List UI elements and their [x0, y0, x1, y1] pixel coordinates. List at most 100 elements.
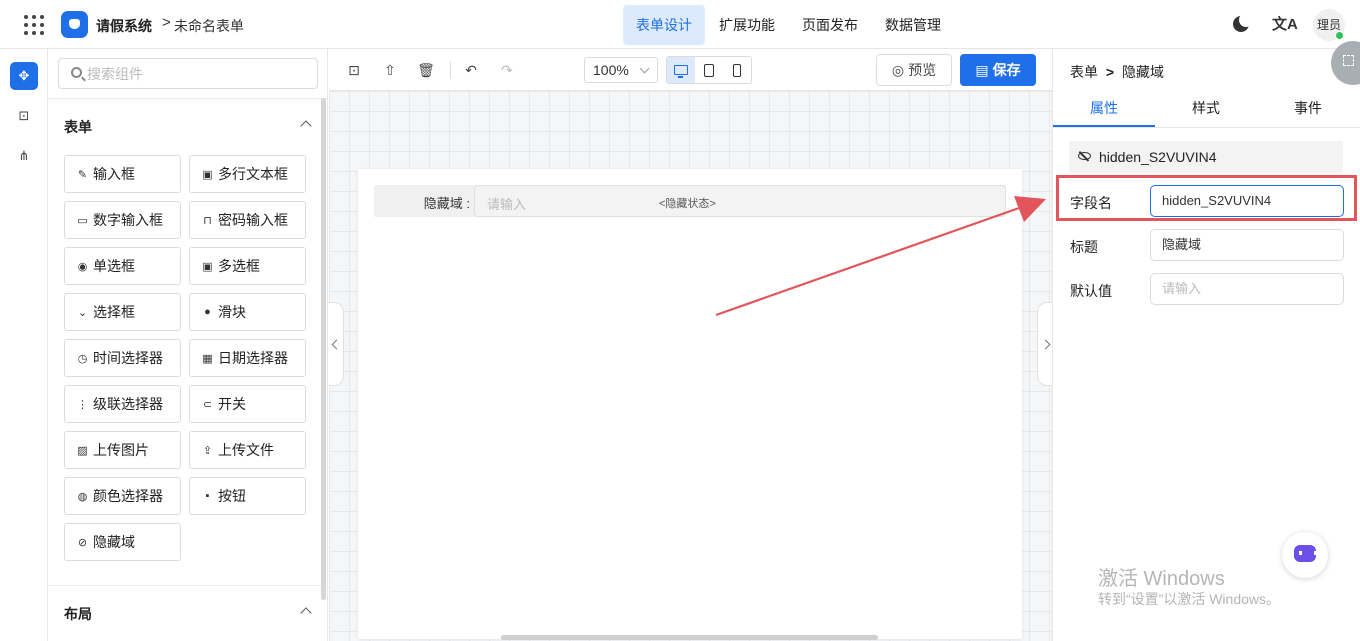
component-label: 数字输入框	[93, 212, 163, 228]
divider	[48, 98, 327, 99]
online-status-dot	[1335, 31, 1344, 40]
form-name[interactable]: 未命名表单	[174, 16, 244, 36]
component-label: 密码输入框	[218, 212, 288, 228]
component-label: 上传图片	[93, 442, 149, 458]
save-icon: ▤	[975, 61, 989, 78]
clock-icon: ◷	[77, 352, 88, 365]
save-label: 保存	[992, 62, 1021, 78]
group-title-layout[interactable]: 布局	[64, 604, 92, 624]
form-canvas[interactable]: 隐藏域 : 请输入 <隐藏状态>	[358, 169, 1022, 639]
puzzle-icon[interactable]: ✥	[10, 62, 38, 90]
preview-icon: ◎	[891, 61, 905, 78]
component-cascader[interactable]: ⋮ 级联选择器	[64, 385, 181, 423]
tab-publish[interactable]: 页面发布	[789, 5, 871, 45]
grid-background: 隐藏域 : 请输入 <隐藏状态>	[329, 91, 1052, 641]
desktop-icon	[674, 65, 688, 78]
breadcrumb-parent[interactable]: 表单	[1070, 64, 1098, 80]
tab-data-management[interactable]: 数据管理	[872, 5, 954, 45]
export-icon[interactable]: ⇧	[381, 61, 399, 79]
scrollbar[interactable]	[321, 98, 326, 600]
collapse-right-button[interactable]	[1037, 302, 1052, 386]
undo-icon[interactable]: ↶	[462, 61, 480, 79]
checkbox-icon: ▣	[202, 260, 213, 273]
tab-form-design[interactable]: 表单设计	[623, 5, 705, 45]
pencil-icon: ✎	[77, 168, 88, 181]
chevron-up-icon[interactable]	[300, 607, 312, 619]
apps-grid-icon[interactable]	[24, 15, 44, 35]
component-radio[interactable]: ◉ 单选框	[64, 247, 181, 285]
left-rail: ✥ ⊡ ⋔	[0, 49, 48, 641]
breadcrumb-separator: >	[1105, 64, 1115, 80]
component-input[interactable]: ✎ 输入框	[64, 155, 181, 193]
chevron-up-icon[interactable]	[300, 120, 312, 132]
tablet-view-button[interactable]	[695, 57, 723, 83]
hidden-field-placeholder: 请输入	[487, 197, 527, 212]
hidden-field-label: 隐藏域 :	[423, 196, 470, 211]
search-box	[58, 58, 318, 89]
component-upload-image[interactable]: ▨ 上传图片	[64, 431, 181, 469]
hidden-field-input[interactable]: 请输入 <隐藏状态>	[474, 185, 1006, 217]
zoom-select[interactable]: 100%	[584, 57, 658, 83]
component-password-input[interactable]: ⊓ 密码输入框	[189, 201, 306, 239]
search-input[interactable]	[87, 59, 312, 88]
breadcrumb-separator: >	[162, 14, 171, 31]
component-hidden-field[interactable]: ⊘ 隐藏域	[64, 523, 181, 561]
desktop-view-button[interactable]	[667, 57, 695, 83]
component-color-picker[interactable]: ◍ 颜色选择器	[64, 477, 181, 515]
delete-icon[interactable]: 🗑	[417, 61, 435, 79]
preview-button[interactable]: ◎ 预览	[876, 54, 952, 86]
button-icon: ▪	[205, 490, 210, 502]
tab-style[interactable]: 样式	[1155, 92, 1257, 127]
component-checkbox[interactable]: ▣ 多选框	[189, 247, 306, 285]
component-number-input[interactable]: ▭ 数字输入框	[64, 201, 181, 239]
default-value-input[interactable]: 请输入	[1150, 273, 1344, 305]
top-nav-tabs: 表单设计 扩展功能 页面发布 数据管理	[623, 5, 955, 45]
component-time-picker[interactable]: ◷ 时间选择器	[64, 339, 181, 377]
switch-icon: ⊂	[202, 398, 213, 411]
selected-component-chip: hidden_S2VUVIN4	[1069, 141, 1343, 173]
code-view-icon[interactable]: ⊡	[345, 61, 363, 79]
component-select[interactable]: ⌄ 选择框	[64, 293, 181, 331]
scrollbar[interactable]	[501, 635, 878, 640]
canvas-toolbar: ⊡ ⇧ 🗑 ↶ ↷ 100% ◎ 预览 ▤ 保存	[329, 49, 1052, 91]
component-slider[interactable]: ● 滑块	[189, 293, 306, 331]
zoom-value: 100%	[593, 62, 629, 78]
redo-icon[interactable]: ↷	[498, 61, 516, 79]
slider-icon: ●	[204, 306, 211, 318]
component-label: 时间选择器	[93, 350, 163, 366]
select-icon: ⌄	[77, 306, 88, 319]
group-title-form[interactable]: 表单	[64, 117, 92, 137]
component-upload-file[interactable]: ⇪ 上传文件	[189, 431, 306, 469]
tree-icon[interactable]: ⋔	[10, 142, 38, 170]
hidden-field-row[interactable]: 隐藏域 : 请输入 <隐藏状态>	[374, 185, 1006, 217]
app-title[interactable]: 请假系统	[96, 16, 152, 36]
properties-tabs: 属性 样式 事件	[1053, 92, 1360, 128]
component-switch[interactable]: ⊂ 开关	[189, 385, 306, 423]
calendar-icon: ▦	[202, 352, 213, 365]
save-button[interactable]: ▤ 保存	[960, 54, 1036, 86]
component-label: 单选框	[93, 258, 135, 274]
component-id: hidden_S2VUVIN4	[1099, 149, 1217, 165]
collapse-left-button[interactable]	[329, 302, 344, 386]
tab-events[interactable]: 事件	[1257, 92, 1359, 127]
mobile-view-button[interactable]	[723, 57, 751, 83]
code-icon[interactable]: ⊡	[10, 102, 38, 130]
component-label: 上传文件	[218, 442, 274, 458]
tab-extensions[interactable]: 扩展功能	[706, 5, 788, 45]
image-icon: ▨	[77, 444, 88, 457]
translate-icon[interactable]: 文A	[1272, 13, 1298, 34]
dark-mode-icon[interactable]	[1233, 13, 1253, 32]
chat-bot-icon[interactable]	[1282, 532, 1328, 578]
default-value-label: 默认值	[1070, 283, 1112, 299]
title-input[interactable]: 隐藏域	[1150, 229, 1344, 261]
upload-icon: ⇪	[202, 444, 213, 457]
component-textarea[interactable]: ▣ 多行文本框	[189, 155, 306, 193]
component-label: 日期选择器	[218, 350, 288, 366]
radio-icon: ◉	[77, 260, 88, 273]
lock-icon: ⊓	[203, 214, 212, 227]
breadcrumb-current: 隐藏域	[1121, 64, 1164, 80]
component-button[interactable]: ▪ 按钮	[189, 477, 306, 515]
tab-attributes[interactable]: 属性	[1053, 92, 1155, 127]
component-date-picker[interactable]: ▦ 日期选择器	[189, 339, 306, 377]
component-label: 滑块	[218, 304, 246, 320]
